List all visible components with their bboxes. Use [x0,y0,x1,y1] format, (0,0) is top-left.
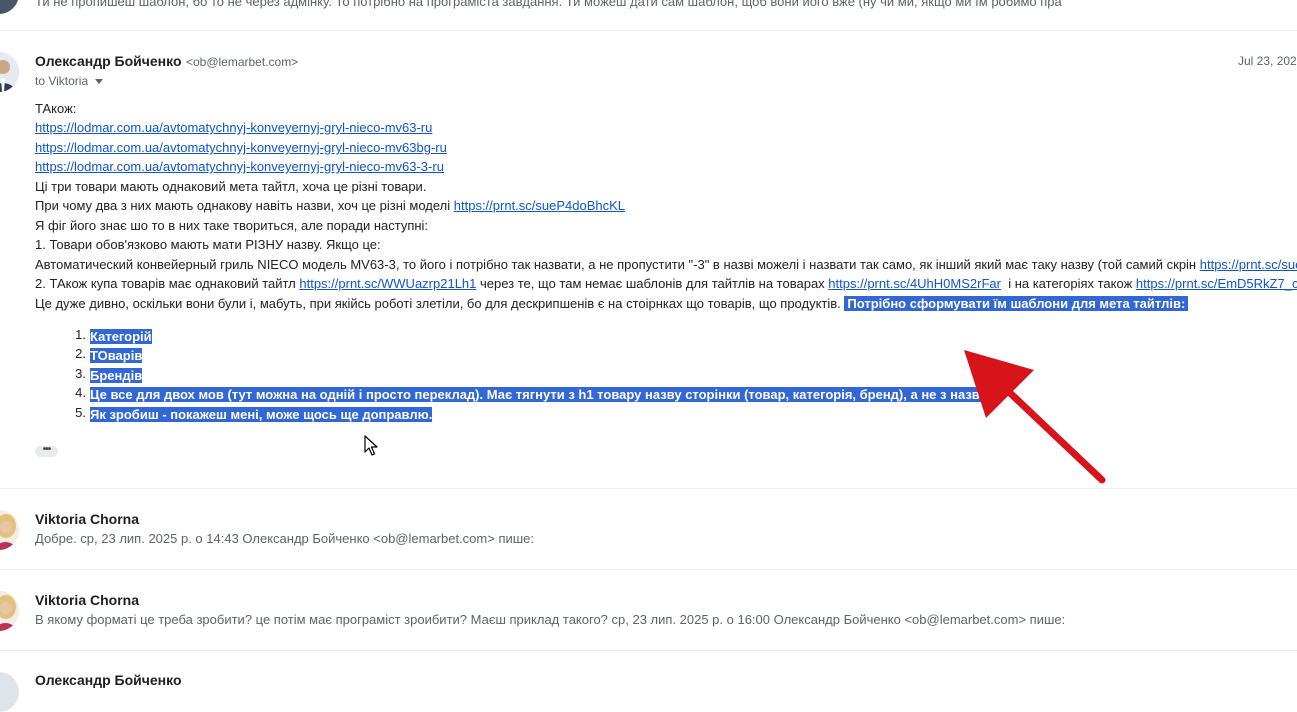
product-link[interactable]: https://lodmar.com.ua/avtomatychnyj-konv… [35,159,444,174]
list-item-text: Це все для двох мов (тут можна на одній … [90,387,992,402]
person-photo-icon [0,510,19,550]
avatar[interactable] [0,52,19,92]
body-text: Ці три товари мають однаковий мета тайтл… [35,179,427,194]
body-text: 1. Товари обов'язково мають мати РІЗНУ н… [35,237,381,252]
body-text-with-links: 2. ТАкож купа товарів має однаковий тайт… [35,274,1297,294]
message-date: Jul 23, 202 [1238,54,1297,68]
avatar[interactable] [0,510,19,550]
recipient-label: to Viktoria [35,74,89,88]
selected-text: Потрібно сформувати їм шаблони для мета … [844,296,1189,311]
list-number: 2. [75,346,86,361]
body-text: Це дуже дивно, оскільки вони були і, маб… [35,296,845,311]
screenshot-link[interactable]: https://prnt.sc/EmD5RkZ7_c [1136,276,1297,291]
divider [0,488,1297,489]
screenshot-link[interactable]: https://prnt.sc/sue [1200,257,1297,272]
sender-name[interactable]: Олександр Бойченко [35,53,182,69]
product-link[interactable]: https://lodmar.com.ua/avtomatychnyj-konv… [35,120,432,135]
avatar[interactable] [0,0,19,14]
body-text-with-link: При чому два з них мають однакову навіть… [35,196,625,216]
list-number: 4. [75,385,86,400]
product-link[interactable]: https://lodmar.com.ua/avtomatychnyj-konv… [35,140,447,155]
body-text-with-link: Автоматический конвейерный гриль NIECO м… [35,255,1297,275]
avatar[interactable] [0,591,19,631]
screenshot-link[interactable]: https://prnt.sc/sueP4doBhcKL [454,198,625,213]
list-item-text: Категорій [90,329,152,344]
list-number: 5. [75,405,86,420]
person-photo-icon [0,591,19,631]
divider [0,650,1297,651]
body-text: При чому два з них мають однакову навіть… [35,198,454,213]
person-photo-icon [0,52,19,92]
list-number: 3. [75,366,86,381]
body-text: Автоматический конвейерный гриль NIECO м… [35,257,1200,272]
screenshot-link[interactable]: https://prnt.sc/WWUazrp21Lh1 [299,276,476,291]
body-text: Я фіг його знає шо то в них таке творить… [35,218,429,233]
red-arrow-annotation [964,350,1106,484]
sender-name[interactable]: Viktoria Chorna [35,592,139,608]
sender-email: <ob@lemarbet.com> [185,55,299,69]
body-text: ТАкож: [35,101,77,116]
list-item-text: ТОварів [90,348,143,363]
show-trimmed-content-button[interactable]: ••• [35,445,58,457]
list-number: 1. [75,327,86,342]
list-item-text: Брендів [90,368,143,383]
message-header: Олександр Бойченко <ob@lemarbet.com> [35,53,298,71]
divider [0,569,1297,570]
screenshot-link[interactable]: https://prnt.sc/4UhH0MS2rFar [828,276,1001,291]
body-text: через те, що там немає шаблонів для тайт… [476,276,829,291]
body-text: 2. ТАкож купа товарів має однаковий тайт… [35,276,300,291]
divider [0,30,1297,31]
body-text: і на категоріях також [1000,276,1136,291]
mouse-cursor-icon [364,435,378,456]
message-snippet[interactable]: Ти не пропишеш шаблон, бо то не через ад… [35,0,1062,9]
avatar[interactable] [0,672,19,712]
recipient-line[interactable]: to Viktoria [35,74,104,88]
body-text-with-selection: Це дуже дивно, оскільки вони були і, маб… [35,294,1189,314]
chevron-down-icon[interactable] [95,79,104,85]
message-snippet[interactable]: Добре. ср, 23 лип. 2025 р. о 14:43 Олекс… [35,531,534,546]
list-item-text: Як зробиш - покажеш мені, може щось ще д… [90,407,433,422]
message-snippet[interactable]: В якому форматі це треба зробити? це пот… [35,612,1065,627]
sender-name[interactable]: Viktoria Chorna [35,511,139,527]
